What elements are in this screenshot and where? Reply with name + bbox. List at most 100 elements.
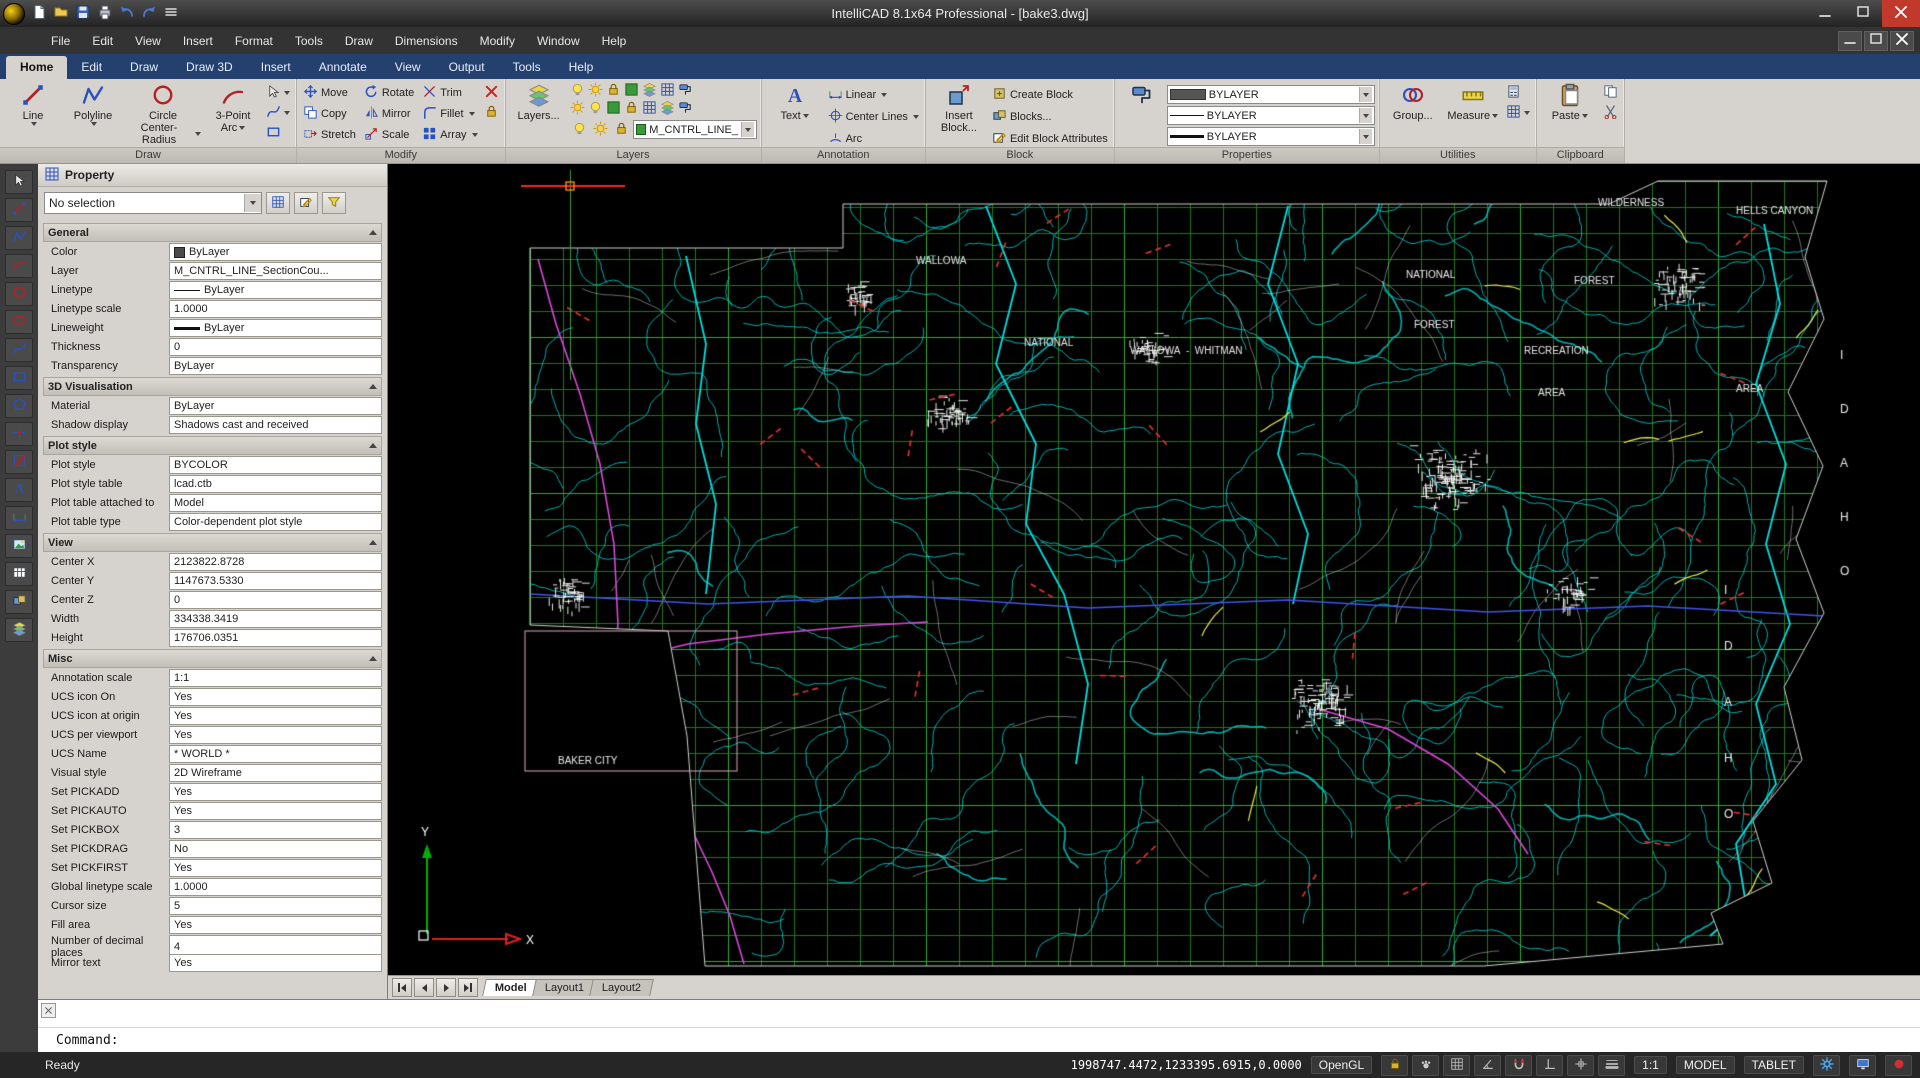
layer-tool-13-button[interactable] [660, 101, 677, 117]
line-dropdown-icon[interactable] [31, 122, 37, 126]
quick-select-button[interactable] [1504, 104, 1532, 122]
blocks-button[interactable]: Blocks... [990, 107, 1110, 127]
left-tool-pointer-button[interactable] [5, 170, 33, 194]
ribbon-tab-home[interactable]: Home [6, 56, 67, 79]
left-tool-blocks-button[interactable] [5, 590, 33, 614]
menu-modify[interactable]: Modify [469, 29, 526, 53]
property-value[interactable]: 334338.3419 [169, 610, 382, 628]
property-value[interactable]: 3 [169, 821, 382, 839]
left-tool-hatch-button[interactable] [5, 450, 33, 474]
property-value[interactable]: Yes [169, 802, 382, 820]
command-prompt[interactable]: Command: [56, 1033, 119, 1048]
property-value[interactable]: BYCOLOR [169, 456, 382, 474]
open-button[interactable] [51, 4, 71, 24]
collapse-icon[interactable] [369, 656, 377, 661]
left-tool-image-button[interactable] [5, 534, 33, 558]
arc-button[interactable]: 3-Point Arc [204, 81, 262, 136]
copy-clip-button[interactable] [1601, 84, 1620, 102]
drawing-canvas[interactable] [388, 164, 1920, 975]
property-value[interactable]: ByLayer [169, 397, 382, 415]
circle-button[interactable]: Circle Center-Radius [124, 81, 202, 148]
layers-button[interactable]: Layers... [510, 81, 568, 124]
stretch-button[interactable]: Stretch [301, 125, 358, 145]
menuicon-button[interactable] [161, 4, 181, 24]
draw-extra-rectangle-button[interactable] [264, 124, 292, 142]
menu-insert[interactable]: Insert [172, 29, 224, 53]
status-lwt-button[interactable] [1598, 1055, 1625, 1076]
property-value[interactable]: Yes [169, 688, 382, 706]
fillet-button[interactable]: Fillet [420, 104, 479, 124]
property-value[interactable]: 0 [169, 591, 382, 609]
layer-lock-button[interactable] [612, 121, 631, 139]
ribbon-tab-tools[interactable]: Tools [499, 56, 555, 79]
opengl-indicator[interactable]: OpenGL [1311, 1056, 1372, 1074]
pointer-dropdown-icon[interactable] [284, 91, 290, 95]
status-perp-button[interactable] [1536, 1055, 1563, 1076]
spline-dropdown-icon[interactable] [284, 111, 290, 115]
explode-button[interactable] [482, 104, 501, 122]
layer-tool-1-button[interactable] [570, 83, 587, 99]
property-value[interactable]: Yes [169, 707, 382, 725]
measure-dropdown-icon[interactable] [1492, 114, 1498, 118]
edit-block-attributes-button[interactable]: Edit Block Attributes [990, 129, 1110, 149]
app-logo-icon[interactable] [3, 3, 25, 25]
selection-combo[interactable]: No selection [44, 192, 262, 214]
left-tool-arc-button[interactable] [5, 254, 33, 278]
create-block-button[interactable]: Create Block [990, 85, 1110, 105]
property-section-general[interactable]: General [43, 223, 382, 242]
array-button[interactable]: Array [420, 125, 479, 145]
status-paw-button[interactable] [1412, 1055, 1439, 1076]
left-tool-layers-button[interactable] [5, 618, 33, 642]
property-value[interactable]: 1.0000 [169, 878, 382, 896]
ribbon-tab-annotate[interactable]: Annotate [305, 56, 381, 79]
property-value[interactable]: Yes [169, 726, 382, 744]
center-lines-button[interactable]: Center Lines [826, 107, 921, 127]
model-space-button[interactable]: MODEL [1676, 1056, 1735, 1074]
status-magnet-button[interactable] [1505, 1055, 1532, 1076]
move-button[interactable]: Move [301, 83, 358, 103]
left-tool-dim-button[interactable] [5, 506, 33, 530]
cut-clip-button[interactable] [1601, 104, 1620, 122]
undo-button[interactable] [117, 4, 137, 24]
property-value[interactable]: 2123822.8728 [169, 553, 382, 571]
layout-tab-layout1[interactable]: Layout1 [532, 979, 597, 996]
property-value[interactable]: 1:1 [169, 669, 382, 687]
property-value[interactable]: Yes [169, 954, 382, 972]
property-value[interactable]: ByLayer [169, 357, 382, 375]
erase-button[interactable] [482, 84, 501, 102]
layer-combo-dropdown-icon[interactable] [741, 122, 754, 137]
layer-tool-10-button[interactable] [606, 101, 623, 117]
property-value[interactable]: 0 [169, 338, 382, 356]
menu-dimensions[interactable]: Dimensions [384, 29, 469, 53]
status-xhair-button[interactable] [1567, 1055, 1594, 1076]
layer-tool-8-button[interactable] [570, 101, 587, 117]
left-tool-line-button[interactable] [5, 198, 33, 222]
new-button[interactable] [29, 4, 49, 24]
property-filter-button[interactable] [322, 192, 346, 214]
layer-tool-5-button[interactable] [642, 83, 659, 99]
center-lines-dropdown-icon[interactable] [913, 115, 919, 119]
property-value[interactable]: 2D Wireframe [169, 764, 382, 782]
property-edit-button[interactable] [294, 192, 318, 214]
scale-button[interactable]: Scale [362, 125, 416, 145]
layer-tool-12-button[interactable] [642, 101, 659, 117]
color-combo-dropdown-icon[interactable] [1359, 87, 1372, 102]
last-layout-button[interactable] [458, 978, 478, 997]
array-dropdown-icon[interactable] [472, 133, 478, 137]
settings-gear-button[interactable] [1813, 1055, 1840, 1076]
collapse-icon[interactable] [369, 443, 377, 448]
restore-button[interactable] [1844, 0, 1882, 27]
linetype-combo[interactable]: BYLAYER [1167, 106, 1375, 125]
left-tool-polyline-button[interactable] [5, 226, 33, 250]
copy-button[interactable]: Copy [301, 104, 358, 124]
menu-window[interactable]: Window [526, 29, 591, 53]
layer-tool-6-button[interactable] [660, 83, 677, 99]
mirror-button[interactable]: Mirror [362, 104, 416, 124]
dim-linear-dropdown-icon[interactable] [881, 93, 887, 97]
property-value[interactable]: No [169, 840, 382, 858]
status-lock-button[interactable] [1381, 1055, 1408, 1076]
menu-tools[interactable]: Tools [284, 29, 334, 53]
property-value[interactable]: Yes [169, 859, 382, 877]
layer-tool-7-button[interactable] [678, 83, 695, 99]
annotation-scale-button[interactable]: 1:1 [1634, 1056, 1667, 1074]
